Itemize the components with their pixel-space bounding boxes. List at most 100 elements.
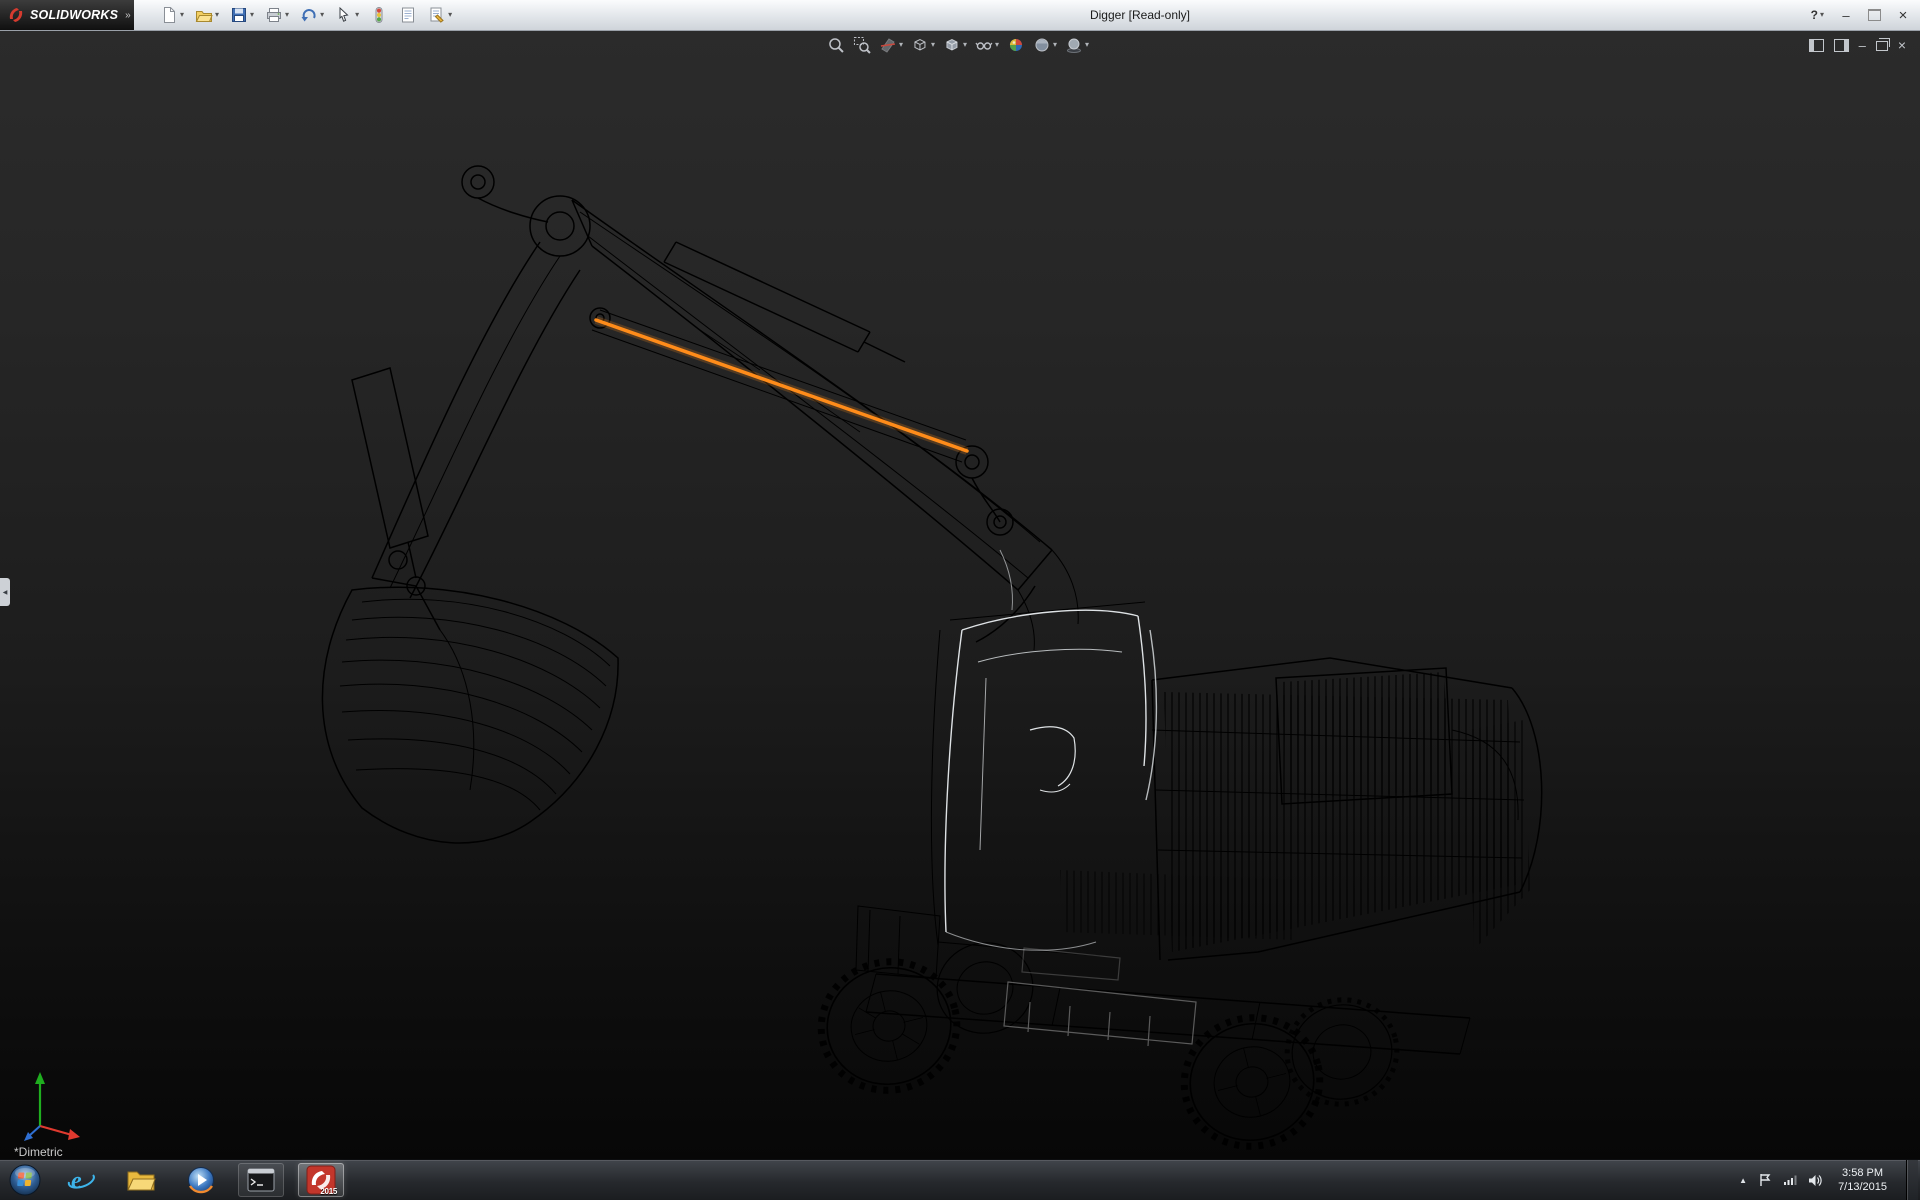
display-style-cube-icon (943, 36, 961, 54)
show-hidden-icons-button[interactable]: ▲ (1739, 1176, 1747, 1185)
maximize-button[interactable] (1868, 9, 1881, 21)
hide-show-items-button[interactable]: ▾ (975, 36, 999, 54)
file-properties-button[interactable]: ▾ (428, 6, 452, 24)
save-floppy-icon (230, 6, 248, 24)
undo-button[interactable]: ▾ (300, 6, 324, 24)
ghost-subframe (1004, 948, 1196, 1046)
dropdown-caret[interactable]: ▾ (320, 11, 324, 19)
new-document-button[interactable]: ▾ (160, 6, 184, 24)
section-view-icon (879, 36, 897, 54)
apply-scene-sphere-icon (1033, 36, 1051, 54)
zoom-to-area-button[interactable] (853, 36, 871, 54)
orientation-triad (20, 1064, 100, 1146)
headsup-view-toolbar: ▾ ▾ ▾ ▾ (827, 36, 1089, 54)
document-window-controls: – × (1809, 38, 1906, 52)
dropdown-caret[interactable]: ▾ (995, 41, 999, 49)
undo-arrow-icon (300, 6, 318, 24)
dropdown-caret[interactable]: ▾ (355, 11, 359, 19)
minimize-button[interactable]: – (1837, 9, 1855, 22)
taskbar-items: e (58, 1163, 344, 1197)
media-player-icon (186, 1165, 216, 1195)
taskbar-file-explorer[interactable] (118, 1163, 164, 1197)
rebuild-button[interactable] (370, 6, 388, 24)
folder-icon (126, 1167, 156, 1193)
solidworks-year-badge: 2015 (320, 1187, 337, 1196)
start-button[interactable] (8, 1163, 42, 1197)
taskbar-media-player[interactable] (178, 1163, 224, 1197)
window-controls: ? ▾ – × (1811, 0, 1912, 30)
hide-show-glasses-icon (975, 36, 993, 54)
model-edges (322, 166, 1541, 978)
display-style-button[interactable]: ▾ (943, 36, 967, 54)
clock-date: 7/13/2015 (1838, 1180, 1887, 1194)
zoom-to-area-icon (853, 36, 871, 54)
dropdown-caret[interactable]: ▾ (448, 11, 452, 19)
document-minimize-button[interactable]: – (1859, 39, 1866, 52)
options-button[interactable] (399, 6, 417, 24)
taskbar-clock[interactable]: 3:58 PM 7/13/2015 (1838, 1166, 1887, 1195)
dropdown-caret[interactable]: ▾ (215, 11, 219, 19)
print-button[interactable]: ▾ (265, 6, 289, 24)
edit-appearance-button[interactable] (1007, 36, 1025, 54)
zoom-to-fit-icon (827, 36, 845, 54)
close-button[interactable]: × (1894, 8, 1912, 23)
dropdown-caret[interactable]: ▾ (963, 41, 967, 49)
internet-explorer-icon: e (66, 1165, 96, 1195)
volume-icon[interactable] (1808, 1174, 1823, 1187)
save-button[interactable]: ▾ (230, 6, 254, 24)
dropdown-caret[interactable]: ▾ (250, 11, 254, 19)
dropdown-caret[interactable]: ▾ (1820, 11, 1824, 19)
zoom-to-fit-button[interactable] (827, 36, 845, 54)
model-viewport[interactable]: ▾ ▾ ▾ ▾ (0, 30, 1920, 1160)
section-view-button[interactable]: ▾ (879, 36, 903, 54)
front-wheels (808, 947, 1334, 1160)
select-cursor-icon (335, 6, 353, 24)
action-center-flag-icon[interactable] (1758, 1173, 1772, 1187)
svg-text:e: e (71, 1168, 82, 1194)
taskbar-internet-explorer[interactable]: e (58, 1163, 104, 1197)
taskbar: e (0, 1159, 1920, 1200)
show-desktop-button[interactable] (1906, 1160, 1918, 1200)
brand-expand-chevron[interactable]: » (125, 10, 131, 21)
taskbar-solidworks[interactable]: 2015 (298, 1163, 344, 1197)
view-orientation-label: *Dimetric (14, 1145, 63, 1159)
network-icon[interactable] (1783, 1174, 1797, 1186)
selected-edge-highlight[interactable] (596, 320, 967, 451)
print-icon (265, 6, 283, 24)
brand-text: SOLIDWORKS (30, 8, 118, 22)
options-sheet-icon (399, 6, 417, 24)
view-settings-button[interactable]: ▾ (1065, 36, 1089, 54)
view-orientation-button[interactable]: ▾ (911, 36, 935, 54)
system-tray: ▲ 3:58 PM 7/13/2015 (1739, 1160, 1920, 1200)
window-title: Digger [Read-only] (1090, 8, 1190, 22)
dropdown-caret[interactable]: ▾ (931, 41, 935, 49)
taskbar-command-prompt[interactable] (238, 1163, 284, 1197)
rear-wheels (928, 933, 1408, 1116)
main-toolbar: ▾ ▾ ▾ ▾ ▾ (160, 6, 452, 24)
dropdown-caret[interactable]: ▾ (1085, 41, 1089, 49)
split-pane-left-icon[interactable] (1809, 39, 1824, 52)
featuremanager-collapsed-tab[interactable]: ◀ (0, 578, 10, 606)
open-button[interactable]: ▾ (195, 6, 219, 24)
solidworks-logo-icon (7, 6, 25, 24)
view-settings-shadow-icon (1065, 36, 1083, 54)
title-bar: SOLIDWORKS » ▾ ▾ ▾ (0, 0, 1920, 31)
rebuild-stoplight-icon (370, 6, 388, 24)
document-restore-button[interactable] (1876, 41, 1888, 51)
dropdown-caret[interactable]: ▾ (180, 11, 184, 19)
dropdown-caret[interactable]: ▾ (899, 41, 903, 49)
select-button[interactable]: ▾ (335, 6, 359, 24)
help-button[interactable]: ? ▾ (1811, 8, 1824, 22)
document-close-button[interactable]: × (1898, 38, 1906, 52)
apply-scene-button[interactable]: ▾ (1033, 36, 1057, 54)
dropdown-caret[interactable]: ▾ (285, 11, 289, 19)
open-folder-icon (195, 6, 213, 24)
command-prompt-icon (247, 1168, 275, 1192)
digger-wireframe-model[interactable] (0, 30, 1920, 1160)
new-document-icon (160, 6, 178, 24)
split-pane-right-icon[interactable] (1834, 39, 1849, 52)
help-label: ? (1811, 8, 1818, 22)
file-properties-icon (428, 6, 446, 24)
edit-appearance-ball-icon (1007, 36, 1025, 54)
dropdown-caret[interactable]: ▾ (1053, 41, 1057, 49)
